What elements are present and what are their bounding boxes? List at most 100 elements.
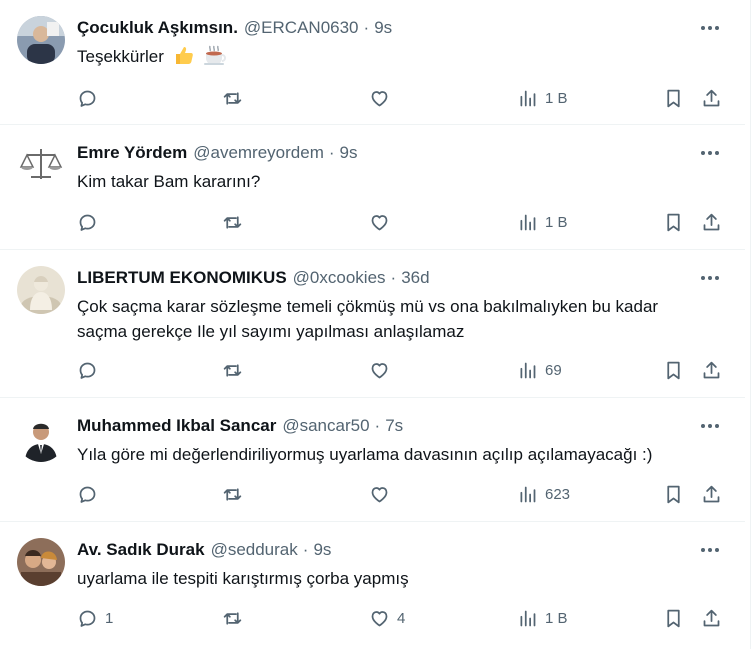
more-icon[interactable] — [699, 416, 721, 436]
retweet-button[interactable] — [222, 358, 250, 382]
tweet-header: Muhammed Ikbal Sancar @sancar50 · 7s — [77, 415, 403, 437]
tweet-actions: 623 — [77, 482, 721, 506]
tweet-actions: 1 B — [77, 86, 721, 110]
user-name[interactable]: Emre Yördem — [77, 143, 187, 163]
retweet-button[interactable] — [222, 482, 250, 506]
avatar[interactable] — [17, 16, 65, 64]
retweet-icon — [222, 608, 243, 629]
like-button[interactable] — [369, 86, 397, 110]
hot-beverage-icon — [203, 44, 227, 73]
bookmark-icon — [663, 88, 684, 109]
views-icon — [517, 484, 538, 505]
thumbs-up-icon — [173, 44, 195, 73]
user-name[interactable]: Muhammed Ikbal Sancar — [77, 416, 276, 436]
like-button[interactable] — [369, 358, 397, 382]
timestamp[interactable]: 9s — [374, 18, 392, 38]
tweet[interactable]: Muhammed Ikbal Sancar @sancar50 · 7s Yıl… — [0, 398, 745, 522]
retweet-icon — [222, 360, 243, 381]
tweet-actions: 1 4 1 B — [77, 606, 721, 630]
bookmark-button[interactable] — [663, 86, 684, 110]
heart-icon — [369, 484, 390, 505]
like-button[interactable] — [369, 210, 397, 234]
like-count: 4 — [397, 609, 406, 627]
separator: · — [374, 416, 381, 435]
views-icon — [517, 360, 538, 381]
avatar[interactable] — [17, 538, 65, 586]
tweet-header: LIBERTUM EKONOMIKUS @0xcookies · 36d — [77, 267, 430, 289]
timestamp[interactable]: 36d — [401, 268, 429, 288]
views-button[interactable]: 1 B — [517, 210, 568, 234]
avatar[interactable] — [17, 414, 65, 462]
views-icon — [517, 88, 538, 109]
bookmark-icon — [663, 360, 684, 381]
user-handle[interactable]: @sancar50 — [282, 416, 369, 436]
more-icon[interactable] — [699, 540, 721, 560]
reply-button[interactable] — [77, 86, 105, 110]
reply-icon — [77, 484, 98, 505]
timestamp[interactable]: 7s — [385, 416, 403, 436]
bookmark-button[interactable] — [663, 482, 684, 506]
reply-icon — [77, 88, 98, 109]
more-icon[interactable] — [699, 143, 721, 163]
more-icon[interactable] — [699, 18, 721, 38]
heart-icon — [369, 360, 390, 381]
more-icon[interactable] — [699, 268, 721, 288]
avatar[interactable] — [17, 266, 65, 314]
separator: · — [302, 540, 309, 559]
bookmark-button[interactable] — [663, 606, 684, 630]
tweet-text: Yıla göre mi değerlendiriliyormuş uyarla… — [77, 445, 653, 464]
share-button[interactable] — [701, 606, 722, 630]
bookmark-button[interactable] — [663, 358, 684, 382]
views-button[interactable]: 1 B — [517, 86, 568, 110]
timestamp[interactable]: 9s — [340, 143, 358, 163]
reply-button[interactable] — [77, 210, 105, 234]
views-button[interactable]: 69 — [517, 358, 562, 382]
tweet[interactable]: Emre Yördem @avemreyordem · 9s Kim takar… — [0, 125, 745, 250]
share-button[interactable] — [701, 482, 722, 506]
like-button[interactable] — [369, 482, 397, 506]
user-handle[interactable]: @avemreyordem — [193, 143, 324, 163]
bookmark-icon — [663, 608, 684, 629]
retweet-icon — [222, 484, 243, 505]
views-button[interactable]: 1 B — [517, 606, 568, 630]
share-icon — [701, 608, 722, 629]
reply-icon — [77, 212, 98, 233]
user-handle[interactable]: @0xcookies — [293, 268, 386, 288]
like-button[interactable]: 4 — [369, 606, 405, 630]
user-name[interactable]: LIBERTUM EKONOMIKUS — [77, 268, 287, 288]
retweet-button[interactable] — [222, 210, 250, 234]
share-button[interactable] — [701, 210, 722, 234]
reply-button[interactable] — [77, 358, 105, 382]
user-handle[interactable]: @seddurak — [211, 540, 298, 560]
retweet-button[interactable] — [222, 606, 250, 630]
heart-icon — [369, 608, 390, 629]
tweet[interactable]: Çocukluk Aşkımsın. @ERCAN0630 · 9s Teşek… — [0, 0, 745, 125]
share-icon — [701, 484, 722, 505]
reply-button[interactable] — [77, 482, 105, 506]
user-name[interactable]: Av. Sadık Durak — [77, 540, 205, 560]
user-handle[interactable]: @ERCAN0630 — [244, 18, 359, 38]
timestamp[interactable]: 9s — [313, 540, 331, 560]
bookmark-button[interactable] — [663, 210, 684, 234]
views-button[interactable]: 623 — [517, 482, 570, 506]
share-button[interactable] — [701, 86, 722, 110]
user-name[interactable]: Çocukluk Aşkımsın. — [77, 18, 238, 38]
tweet[interactable]: LIBERTUM EKONOMIKUS @0xcookies · 36d Çok… — [0, 250, 745, 398]
reply-button[interactable]: 1 — [77, 606, 113, 630]
separator: · — [363, 18, 370, 37]
retweet-button[interactable] — [222, 86, 250, 110]
views-icon — [517, 212, 538, 233]
view-count: 1 B — [545, 89, 568, 107]
reply-count: 1 — [105, 609, 114, 627]
tweet-header: Av. Sadık Durak @seddurak · 9s — [77, 539, 331, 561]
tweet-text: Kim takar Bam kararını? — [77, 172, 261, 191]
separator: · — [390, 268, 397, 287]
retweet-icon — [222, 212, 243, 233]
share-button[interactable] — [701, 358, 722, 382]
heart-icon — [369, 88, 390, 109]
share-icon — [701, 360, 722, 381]
tweet[interactable]: Av. Sadık Durak @seddurak · 9s uyarlama … — [0, 522, 745, 649]
avatar[interactable] — [17, 141, 65, 189]
view-count: 1 B — [545, 609, 568, 627]
tweet-text: Teşekkürler — [77, 44, 727, 73]
